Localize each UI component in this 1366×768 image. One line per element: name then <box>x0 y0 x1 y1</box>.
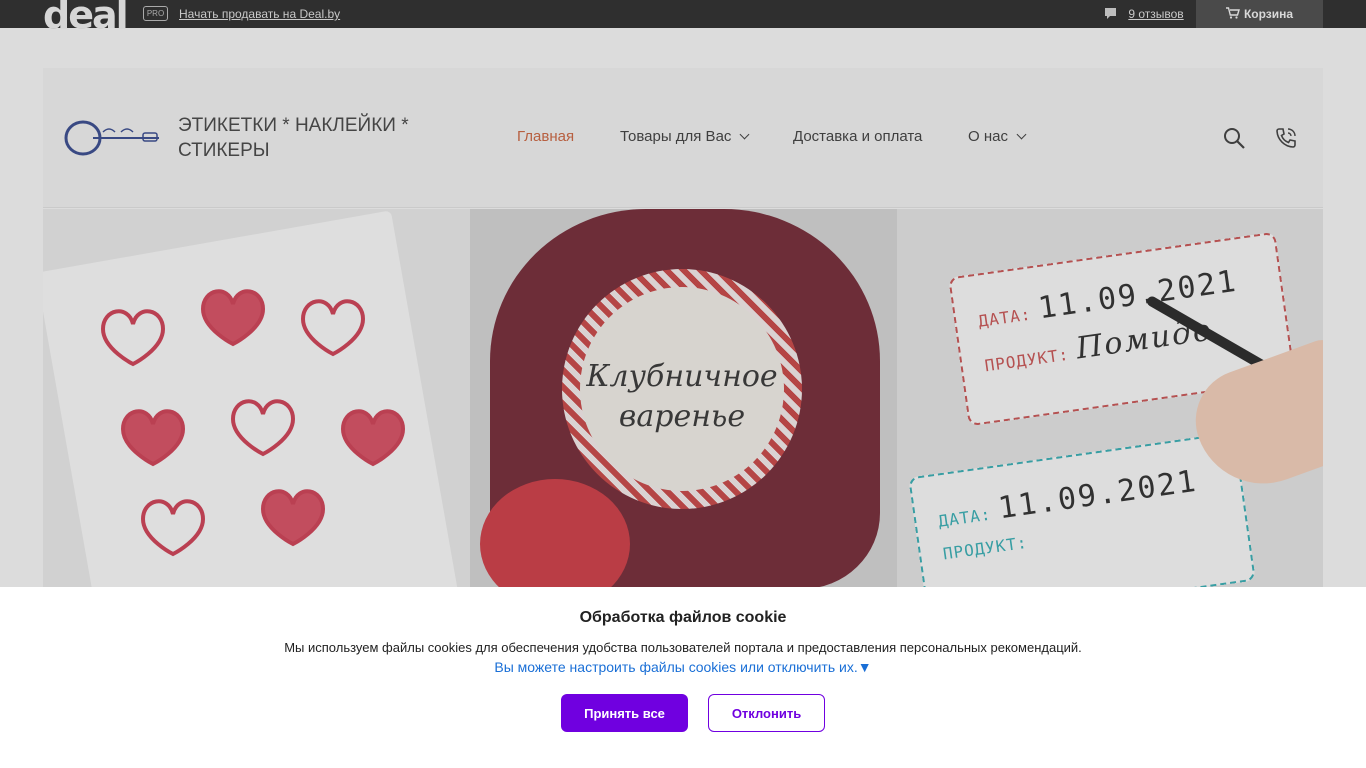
brand-title[interactable]: ЭТИКЕТКИ * НАКЛЕЙКИ * СТИКЕРЫ <box>178 113 438 163</box>
cart-label: Корзина <box>1243 7 1294 21</box>
phone-icon[interactable] <box>1274 126 1298 150</box>
reject-button[interactable]: Отклонить <box>708 694 825 732</box>
heart-stickers-illustration <box>43 211 460 589</box>
banner-hearts-image <box>43 209 470 589</box>
nav-home-label: Главная <box>517 128 575 145</box>
nav-delivery-label: Доставка и оплата <box>793 128 923 145</box>
brand-logo[interactable] <box>63 118 163 158</box>
start-selling-link[interactable]: Начать продавать на Deal.by <box>179 7 340 21</box>
top-bar: deal PRO Начать продавать на Deal.by 9 о… <box>0 0 1366 34</box>
reviews-link[interactable]: 9 отзывов <box>1104 7 1184 21</box>
accept-all-button[interactable]: Принять все <box>561 694 688 732</box>
chevron-down-icon <box>1016 129 1027 140</box>
nav-about-label: О нас <box>968 128 1008 145</box>
jar-label: Клубничное варенье <box>562 269 802 509</box>
tag1-date-label: ДАТА: <box>977 304 1033 331</box>
cookie-text: Мы используем файлы cookies для обеспече… <box>284 640 1082 655</box>
tag2-date-label: ДАТА: <box>937 504 993 531</box>
brand-title-line2: СТИКЕРЫ <box>178 140 270 161</box>
nav-home[interactable]: Главная <box>517 128 574 145</box>
tag2-product-label: ПРОДУКТ: <box>941 532 1029 564</box>
cookie-title: Обработка файлов cookie <box>579 609 787 626</box>
cart-icon <box>1225 7 1240 19</box>
brand-title-line1: ЭТИКЕТКИ * НАКЛЕЙКИ * <box>178 115 409 136</box>
jar-text-line2: варенье <box>618 399 746 434</box>
jar-label-inner: Клубничное варенье <box>580 287 784 491</box>
deal-logo[interactable]: deal <box>43 0 129 34</box>
nav-products[interactable]: Товары для Вас <box>620 128 750 145</box>
cookie-settings-link[interactable]: Вы можете настроить файлы cookies или от… <box>0 659 1366 675</box>
tag1-product-label: ПРОДУКТ: <box>983 344 1071 376</box>
nav-delivery[interactable]: Доставка и оплата <box>793 128 922 145</box>
pro-badge: PRO <box>143 6 168 21</box>
search-icon[interactable] <box>1222 126 1246 150</box>
nav-products-label: Товары для Вас <box>620 128 732 145</box>
site-header: ЭТИКЕТКИ * НАКЛЕЙКИ * СТИКЕРЫ Главная То… <box>43 68 1323 208</box>
chevron-down-icon <box>739 129 750 140</box>
cart-button[interactable]: Корзина <box>1196 0 1323 28</box>
label-tag-teal: ДАТА: 11.09.2021 ПРОДУКТ: <box>908 431 1256 589</box>
hero-banner[interactable]: Клубничное варенье ДАТА: 11.09.2021 ПРОДУ… <box>43 209 1323 589</box>
nav-about[interactable]: О нас <box>968 128 1027 145</box>
comment-icon <box>1105 8 1116 19</box>
banner-jar-image: Клубничное варенье <box>470 209 897 589</box>
cookie-banner: Обработка файлов cookie Мы используем фа… <box>0 587 1366 768</box>
reviews-label: 9 отзывов <box>1128 7 1184 21</box>
banner-tags-image: ДАТА: 11.09.2021 ПРОДУКТ: Помидо ДАТА: 11.0… <box>897 209 1323 589</box>
jar-text-line1: Клубничное <box>586 359 778 394</box>
